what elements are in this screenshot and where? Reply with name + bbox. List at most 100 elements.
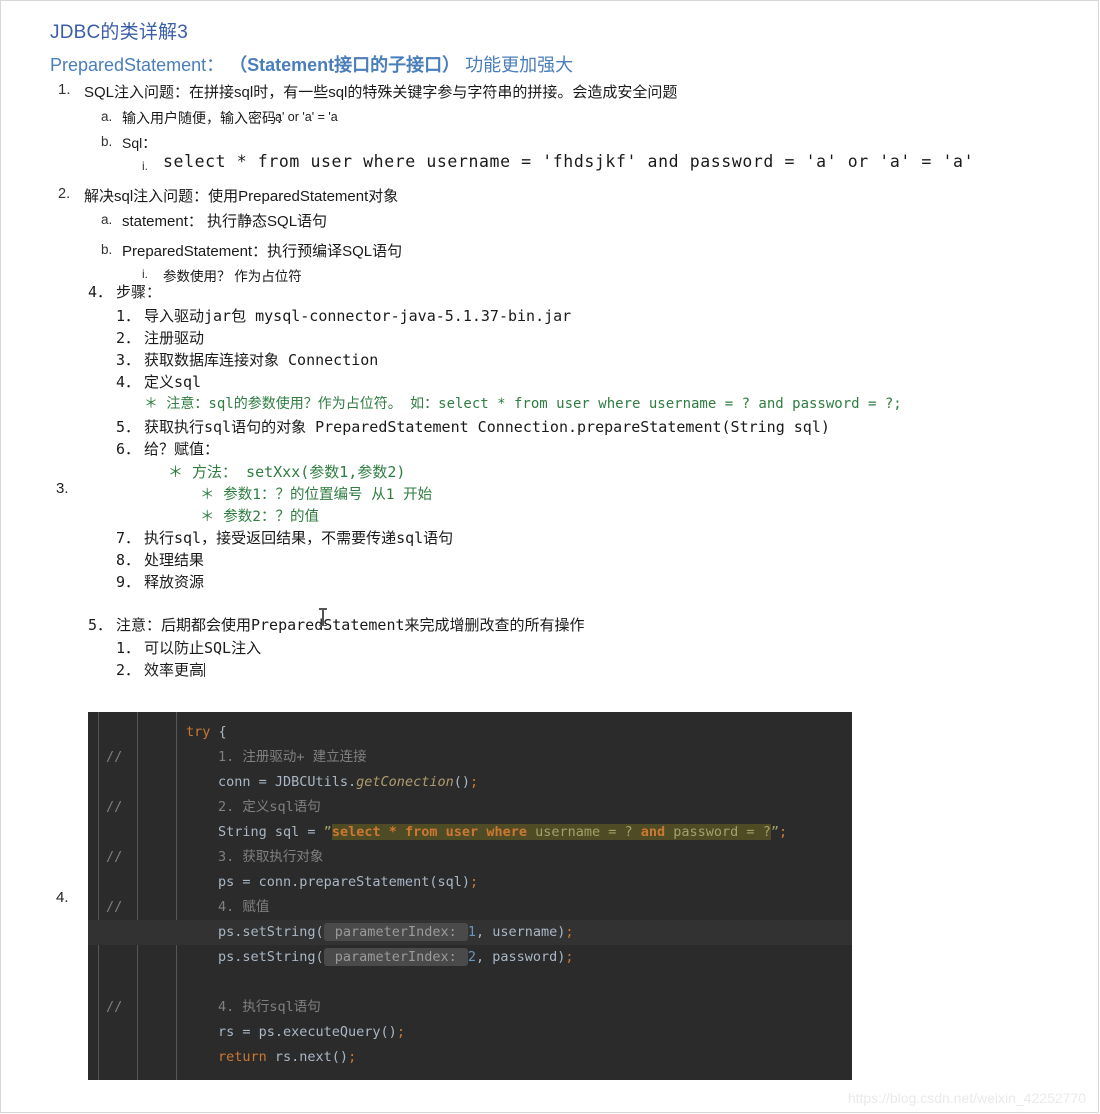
code-token: conn = JDBCUtils. [218,774,357,790]
code-token: getConection [356,774,454,790]
code-token: 2. 定义sql语句 [218,799,321,815]
step6-method: ＊ 方法： setXxx(参数1,参数2) [168,463,406,481]
comment-marker: // [106,749,123,765]
code-token: rs = ps.executeQuery() [218,1024,397,1040]
code-line[interactable]: return rs.next(); [88,1045,852,1070]
list-item-placeholder: 参数使用？ 作为占位符 [163,269,302,284]
step-marker-9: 9． [116,573,141,591]
code-token: 3. 获取执行对象 [218,849,324,865]
step6-param1: ＊ 参数1：？的位置编号 从1 开始 [200,487,433,503]
code-token [380,824,389,840]
code-token: ; [469,774,479,790]
step-marker-3: 3． [116,351,141,369]
code-line-content: try { [186,720,227,745]
final-sub-marker-2: 2． [116,661,141,679]
code-token: * [388,824,397,840]
code-token: ” [770,824,779,840]
code-token: 1 [467,924,476,940]
comment-marker: // [106,849,123,865]
code-token: ; [348,1049,357,1065]
code-line[interactable]: // 3. 获取执行对象 [88,845,852,870]
comment-marker: // [106,999,123,1015]
code-token: from [405,824,438,840]
code-line[interactable]: // 4. 赋值 [88,895,852,920]
step-marker-7: 7． [116,529,141,547]
code-token: try [186,724,211,740]
code-line-content: 3. 获取执行对象 [218,845,323,870]
code-line[interactable]: conn = JDBCUtils.getConection(); [88,770,852,795]
list-marker-2b: b. [101,242,113,257]
code-line[interactable]: // 4. 执行sql语句 [88,995,852,1020]
mouse-text-cursor [319,608,327,626]
final-sub-marker-1: 1． [116,639,141,657]
code-token [437,824,446,840]
code-token: 1. 注册驱动+ 建立连接 [218,749,367,765]
comment-marker: // [106,899,123,915]
final-note-marker: 5． [88,616,113,634]
list-item-preparedstatement: PreparedStatement：执行预编译SQL语句 [122,243,403,260]
code-line[interactable]: ps.setString( parameterIndex: 1, usernam… [88,920,852,945]
final-note-text: 注意：后期都会使用PreparedStatement来完成增删改查的所有操作 [116,616,585,634]
code-line[interactable]: String sql = ”select * from user where u… [88,820,852,845]
list-item-sql-injection: SQL注入问题：在拼接sql时，有一些sql的特殊关键字参与字符串的拼接。会造成… [84,84,678,101]
code-token: 4. 赋值 [218,899,270,915]
list-marker-1: 1. [58,81,71,98]
code-token: 4. 执行sql语句 [218,999,321,1015]
step6-param2: ＊ 参数2：？的值 [200,509,319,525]
step-text-7: 执行sql，接受返回结果，不需要传递sql语句 [144,529,454,547]
code-token: select [331,824,381,840]
final-sub-text-2: 效率更高 [144,661,206,679]
code-token: password = ? [665,824,771,840]
code-line-content: 2. 定义sql语句 [218,795,321,820]
code-token: , username) [475,924,566,940]
code-token: ; [565,949,574,965]
code-token: String sql = [218,824,324,840]
list-item-statement: statement： 执行静态SQL语句 [122,213,328,230]
step-note-placeholder: ＊ 注意：sql的参数使用？作为占位符。 如：select * from use… [144,396,902,412]
sql-string-literal: ”select * from user where username = ? a… [324,824,787,840]
code-line-content: ps.setString( parameterIndex: 2, passwor… [218,945,574,970]
code-token: { [210,724,227,740]
code-line-content: String sql = ”select * from user where u… [218,820,787,845]
code-line[interactable] [88,970,852,995]
step-text-9: 释放资源 [144,573,205,591]
code-token: ; [469,874,479,890]
code-line[interactable]: rs = ps.executeQuery(); [88,1020,852,1045]
step-text-4: 定义sql [144,373,202,391]
code-line-content: ps.setString( parameterIndex: 1, usernam… [218,920,574,945]
code-line[interactable]: ps.setString( parameterIndex: 2, passwor… [88,945,852,970]
code-token: and [640,824,666,840]
code-token: ps.setString( [218,949,324,965]
outer-list-marker-4: 4. [56,889,69,906]
list-item-solution: 解决sql注入问题：使用PreparedStatement对象 [84,188,399,205]
code-line-content: 4. 赋值 [218,895,269,920]
code-line[interactable]: // 2. 定义sql语句 [88,795,852,820]
page-subtitle: PreparedStatement： （Statement接口的子接口） 功能更… [50,51,573,77]
step-marker-8: 8． [116,551,141,569]
code-line-content: 4. 执行sql语句 [218,995,321,1020]
step-text-5: 获取执行sql语句的对象 PreparedStatement Connectio… [144,418,830,436]
code-token: parameterIndex: [323,948,468,966]
csdn-watermark: https://blog.csdn.net/weixin_42252770 [847,1090,1086,1106]
code-token: ps = conn.prepareStatement(sql) [218,874,470,890]
step-text-3: 获取数据库连接对象 Connection [144,351,379,369]
code-editor-block[interactable]: try { // 1. 注册驱动+ 建立连接 conn = JDBCUtils.get… [88,712,852,1080]
list-marker-1a: a. [101,109,113,124]
list-marker-1bi: i. [142,159,148,173]
list-marker-2: 2. [58,186,71,202]
code-token: username = ? [526,824,641,840]
code-token: 2 [467,949,476,965]
step-marker-1: 1． [116,307,141,325]
code-line[interactable]: try { [88,720,852,745]
sql-injection-example: select * from user where username = 'fhd… [163,152,975,171]
code-line[interactable]: ps = conn.prepareStatement(sql); [88,870,852,895]
steps-marker: 4． [88,283,113,301]
subtitle-suffix: 功能更加强大 [465,55,574,75]
text-caret [204,663,206,677]
step-text-6: 给？赋值： [144,440,220,458]
code-token: () [453,774,470,790]
subtitle-bold: （Statement接口的子接口） [229,55,461,75]
code-token: user [445,824,479,840]
step-text-8: 处理结果 [144,551,205,569]
code-line[interactable]: // 1. 注册驱动+ 建立连接 [88,745,852,770]
